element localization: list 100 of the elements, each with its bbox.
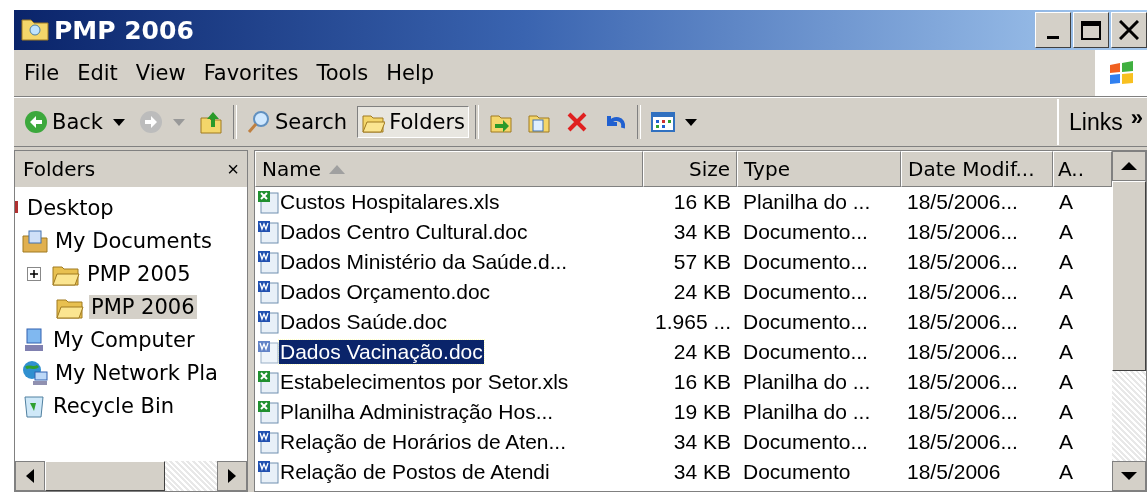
table-cell: Documento... [743, 340, 868, 364]
word-file-icon [257, 220, 279, 244]
table-cell: A [1059, 370, 1073, 394]
horizontal-scrollbar[interactable] [15, 461, 247, 491]
table-cell: 34 KB [673, 430, 731, 454]
column-header[interactable]: A.. [1053, 151, 1112, 187]
close-icon [1119, 20, 1139, 40]
search-icon [247, 110, 271, 134]
caret-icon [685, 118, 697, 126]
tree-item[interactable]: My Documents [53, 228, 214, 253]
spreadsheet-file-icon [257, 370, 279, 394]
table-cell: A [1059, 220, 1073, 244]
table-cell: 34 KB [673, 460, 731, 484]
table-cell: Planilha do ... [743, 400, 871, 424]
minimize-icon [1047, 35, 1059, 39]
menu-item[interactable]: Edit [77, 61, 118, 85]
file-name[interactable]: Dados Centro Cultural.doc [279, 220, 529, 244]
table-cell: Planilha do ... [743, 370, 871, 394]
column-header[interactable]: Date Modif... [901, 151, 1053, 187]
more-links-button[interactable]: » [1130, 105, 1143, 139]
table-cell: 18/5/2006... [907, 340, 1018, 364]
table-cell: 57 KB [673, 250, 731, 274]
maximize-icon [1081, 20, 1101, 40]
table-cell: 18/5/2006... [907, 280, 1018, 304]
word-file-icon [257, 340, 279, 364]
links-label: Links [1069, 108, 1123, 136]
menu-item[interactable]: Favorites [203, 61, 299, 85]
column-header[interactable]: Type [737, 151, 901, 187]
table-cell: 18/5/2006... [907, 250, 1018, 274]
caret-icon [173, 118, 185, 126]
table-cell: A [1059, 400, 1073, 424]
word-file-icon [257, 460, 279, 484]
tree-item[interactable]: My Network Pla [53, 360, 220, 385]
table-cell: 18/5/2006... [907, 400, 1018, 424]
search-button[interactable]: Search [243, 106, 352, 138]
tree-item[interactable]: Desktop [25, 195, 116, 220]
table-cell: Documento... [743, 430, 868, 454]
scroll-left-icon[interactable] [15, 461, 45, 491]
expand-icon[interactable] [27, 266, 41, 281]
column-header[interactable]: Name [255, 151, 643, 187]
table-cell: 16 KB [673, 370, 731, 394]
column-header[interactable]: Size [643, 151, 737, 187]
tree-item[interactable]: PMP 2005 [85, 261, 193, 286]
scroll-down-icon[interactable] [1112, 461, 1146, 491]
file-name[interactable]: Relação de Horários de Aten... [279, 430, 567, 454]
table-cell: A [1059, 250, 1073, 274]
table-cell: Documento... [743, 310, 868, 334]
scroll-up-icon[interactable] [1112, 151, 1146, 181]
table-cell: A [1059, 190, 1073, 214]
table-cell: 18/5/2006... [907, 220, 1018, 244]
table-cell: 18/5/2006... [907, 370, 1018, 394]
close-pane-button[interactable]: × [223, 157, 243, 181]
file-name[interactable]: Planilha Administração Hos... [279, 400, 555, 424]
sort-arrow-icon [329, 164, 345, 174]
menu-item[interactable]: File [24, 61, 60, 85]
back-button[interactable]: Back [20, 106, 129, 138]
file-name[interactable]: Estabelecimentos por Setor.xls [279, 370, 570, 394]
file-name[interactable]: Dados Vacinação.doc [279, 340, 484, 364]
delete-icon [565, 110, 589, 134]
word-file-icon [257, 250, 279, 274]
word-file-icon [257, 280, 279, 304]
table-cell: A [1059, 280, 1073, 304]
caret-icon [113, 118, 125, 126]
menu-item[interactable]: Help [386, 61, 435, 85]
close-button[interactable] [1111, 12, 1147, 48]
documents-folder-icon [21, 227, 49, 254]
table-cell: Documento... [743, 250, 868, 274]
file-name[interactable]: Dados Saúde.doc [279, 310, 448, 334]
table-cell: 18/5/2006... [907, 310, 1018, 334]
vertical-scrollbar[interactable] [1112, 151, 1146, 491]
folder-up-icon [199, 110, 223, 134]
table-cell: 34 KB [673, 220, 731, 244]
maximize-button[interactable] [1073, 12, 1109, 48]
table-cell: 18/5/2006... [907, 190, 1018, 214]
spreadsheet-file-icon [257, 190, 279, 214]
tree-item[interactable]: PMP 2006 [89, 294, 197, 319]
table-cell: A [1059, 340, 1073, 364]
minimize-button[interactable] [1035, 12, 1071, 48]
pane-title: Folders [23, 157, 96, 181]
word-file-icon [257, 430, 279, 454]
word-file-icon [257, 310, 279, 334]
scroll-right-icon[interactable] [217, 461, 247, 491]
table-cell: Planilha do ... [743, 190, 871, 214]
table-cell: Documento... [743, 280, 868, 304]
scroll-thumb[interactable] [1112, 181, 1146, 371]
table-cell: 24 KB [673, 280, 731, 304]
table-cell: Documento [743, 460, 851, 484]
menu-item[interactable]: View [135, 61, 186, 85]
file-name[interactable]: Dados Ministério da Saúde.d... [279, 250, 569, 274]
file-name[interactable]: Dados Orçamento.doc [279, 280, 492, 304]
table-cell: Documento... [743, 220, 868, 244]
file-name[interactable]: Relação de Postos de Atendi [279, 460, 551, 484]
table-cell: A [1059, 310, 1073, 334]
menu-item[interactable]: Tools [316, 61, 369, 85]
file-name[interactable]: Custos Hospitalares.xls [279, 190, 501, 214]
scroll-thumb[interactable] [45, 461, 165, 491]
tree-item[interactable]: Recycle Bin [51, 393, 177, 418]
table-cell: 1.965 ... [655, 310, 731, 334]
tree-item[interactable]: My Computer [51, 327, 197, 352]
folders-button[interactable]: Folders [357, 106, 469, 138]
